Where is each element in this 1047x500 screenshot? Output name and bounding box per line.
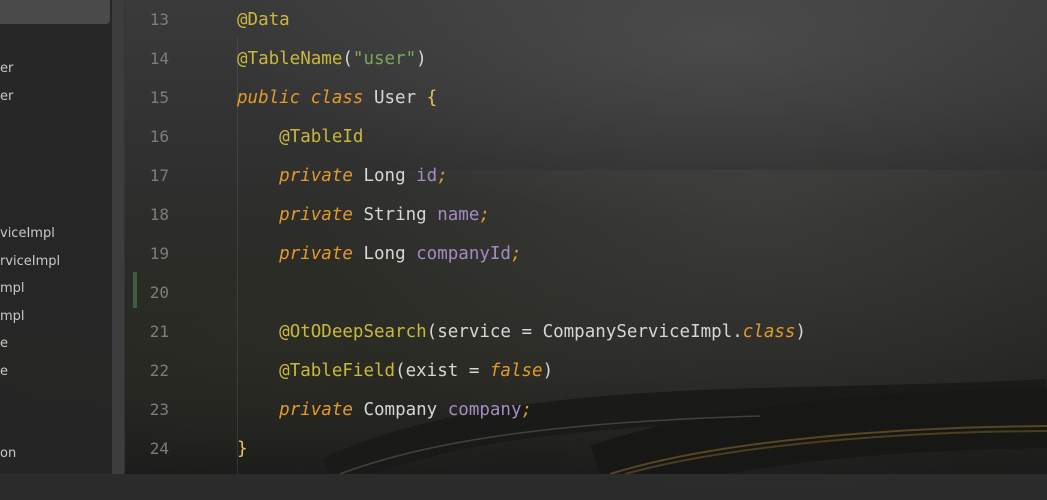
code-token: class [310,88,364,108]
code-token: String [352,205,438,225]
code-text: public class User { [237,85,437,111]
code-token: (service = CompanyServiceImpl. [426,322,743,342]
code-token: ; [479,205,490,225]
code-token: "user" [352,49,417,69]
code-line[interactable]: 15 public class User { [125,85,1025,111]
code-token: (exist = [395,361,490,381]
line-number: 13 [149,10,169,29]
code-token: private [279,244,353,264]
project-panel-selected-row[interactable] [0,0,110,24]
project-tree-item[interactable]: on [0,446,16,462]
line-number: 24 [149,439,169,458]
code-token: private [279,400,353,420]
code-token: ) [795,322,806,342]
code-token: name [437,205,480,225]
project-tree-item[interactable]: mpl [0,309,25,325]
code-text: private Long id; [237,163,448,189]
code-editor[interactable]: 13 @Data 14 @TableName("user") 15 public clas… [125,0,1047,474]
code-token: id [416,166,438,186]
code-line[interactable]: 13 @Data [125,7,1025,33]
code-token: Long [352,244,417,264]
line-number: 16 [149,127,169,146]
code-text: @TableName("user") [237,46,427,72]
line-number: 15 [149,88,169,107]
code-line[interactable]: 24} [125,436,1025,462]
code-line[interactable]: 22 @TableField(exist = false) [125,358,1025,384]
code-text: @TableId [237,124,363,150]
code-token: @Data [237,10,290,30]
line-number: 23 [149,400,169,419]
code-text: } [237,436,248,462]
code-text: @TableField(exist = false) [237,358,553,384]
code-line[interactable]: 23 private Company company; [125,397,1025,423]
code-token: ; [510,244,522,264]
code-text: @Data [237,7,290,33]
code-line[interactable]: 19 private Long companyId; [125,241,1025,267]
code-token: @TableName [237,49,343,69]
code-text: private Company company; [237,397,532,423]
project-tree-item[interactable]: er [0,89,13,105]
code-token: { [426,88,438,108]
code-token: ) [416,49,427,69]
code-text: private Long companyId; [237,241,522,267]
project-tree-item[interactable]: e [0,336,8,352]
panel-splitter[interactable] [112,0,124,474]
code-line[interactable]: 18 private String name; [125,202,1025,228]
code-line[interactable]: 17 private Long id; [125,163,1025,189]
code-token: ( [342,49,353,69]
code-token: @TableField [279,361,396,381]
line-number: 22 [149,361,169,380]
code-token: ) [542,361,554,381]
code-text: private String name; [237,202,490,228]
code-token: Long [352,166,417,186]
code-line[interactable]: 21 @OtODeepSearch(service = CompanyServi… [125,319,1025,345]
code-token: companyId [416,244,511,264]
line-number: 20 [149,283,169,302]
project-tree-item[interactable]: mpl [0,281,25,297]
project-tree-item[interactable]: viceImpl [0,226,55,242]
code-line[interactable]: 20 [125,280,1025,306]
line-number: 18 [149,205,169,224]
code-token: class [742,322,796,342]
code-token: false [489,361,543,381]
line-number: 21 [149,322,169,341]
code-token: Company [352,400,448,420]
project-tree-item[interactable]: e [0,364,8,380]
code-token: ; [521,400,533,420]
code-token: } [237,439,248,459]
project-tree-item[interactable]: er [0,61,13,77]
code-token: @TableId [279,127,364,147]
code-token: ; [437,166,448,186]
line-number: 19 [149,244,169,263]
code-line[interactable]: 14 @TableName("user") [125,46,1025,72]
line-number: 14 [149,49,169,68]
project-panel: er er viceImpl rviceImpl mpl mpl e e on [0,0,112,474]
project-tree-item[interactable]: rviceImpl [0,254,60,270]
line-number: 17 [149,166,169,185]
code-token: public [237,88,301,108]
code-token: company [447,400,522,420]
code-token: @OtODeepSearch [279,322,427,342]
code-token: private [279,205,353,225]
code-line[interactable]: 16 @TableId [125,124,1025,150]
code-text: @OtODeepSearch(service = CompanyServiceI… [237,319,806,345]
code-token: User [363,88,427,108]
code-token: private [279,166,353,186]
